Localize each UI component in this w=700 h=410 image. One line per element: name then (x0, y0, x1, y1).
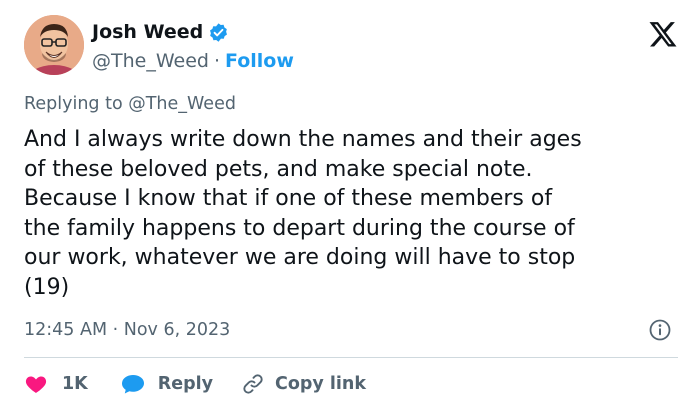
tweet-timestamp[interactable]: 12:45 AM · Nov 6, 2023 (24, 320, 230, 340)
reply-context-handle[interactable]: @The_Weed (128, 94, 236, 114)
tweet-text: And I always write down the names and th… (24, 127, 582, 300)
heart-icon (24, 372, 48, 396)
avatar[interactable] (24, 15, 84, 75)
reply-button[interactable]: Reply (120, 372, 241, 396)
speech-bubble-icon (120, 372, 146, 396)
author-display-name[interactable]: Josh Weed (92, 21, 203, 43)
action-bar: 1K Reply Copy link (24, 370, 366, 398)
reply-label: Reply (157, 374, 214, 394)
reply-context-prefix: Replying to (24, 94, 129, 114)
copy-link-button[interactable]: Copy link (241, 372, 366, 396)
follow-button[interactable]: Follow (225, 50, 294, 72)
tweet-header: Josh Weed @The_Weed · Follow (24, 15, 680, 79)
link-icon (241, 372, 265, 396)
like-button[interactable]: 1K (24, 372, 120, 396)
divider (24, 357, 678, 358)
author-handle[interactable]: @The_Weed (92, 50, 209, 72)
like-count: 1K (62, 374, 88, 394)
reply-context: Replying to @The_Weed (24, 94, 236, 114)
x-logo-icon[interactable] (648, 19, 678, 49)
info-icon[interactable] (648, 318, 672, 342)
copy-link-label: Copy link (275, 374, 367, 394)
handle-separator: · (213, 50, 220, 72)
verified-badge-icon (208, 22, 229, 43)
timestamp-row: 12:45 AM · Nov 6, 2023 (24, 318, 676, 344)
